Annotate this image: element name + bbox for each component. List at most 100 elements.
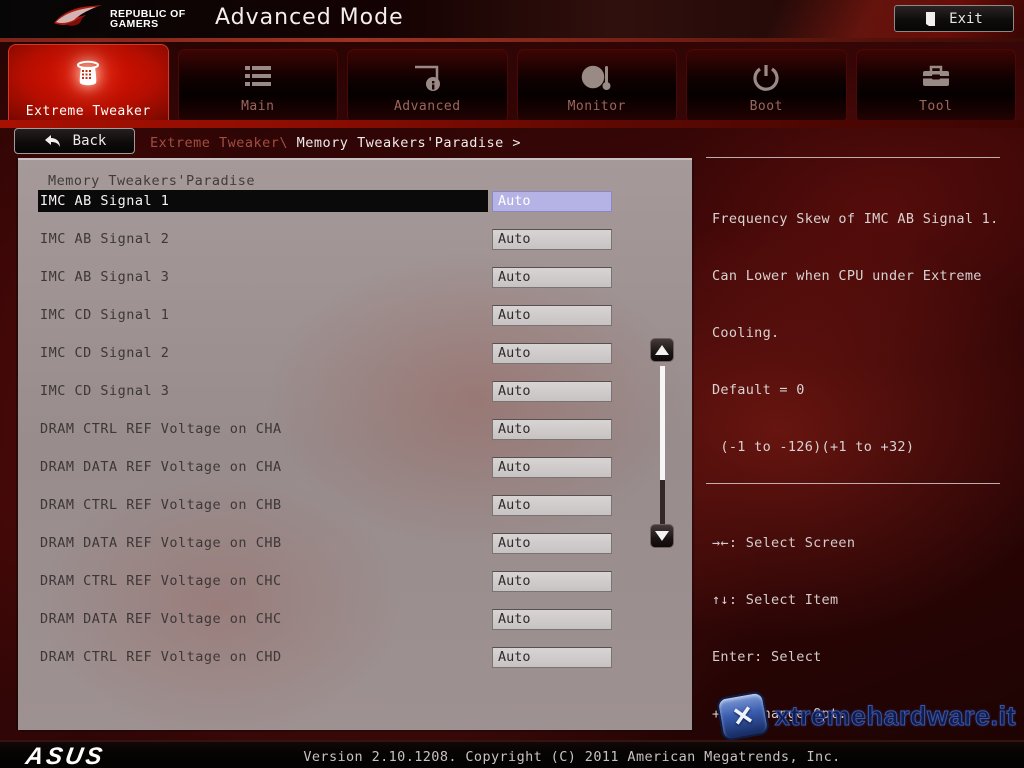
back-button[interactable]: Back xyxy=(14,128,135,154)
list-icon xyxy=(179,62,338,92)
shortcut-line: ↑↓: Select Item xyxy=(712,592,839,608)
setting-value[interactable]: Auto xyxy=(492,609,612,630)
triangle-down-icon xyxy=(655,531,669,541)
footer-bar: ASUS Version 2.10.1208. Copyright (C) 20… xyxy=(0,740,1024,768)
setting-label: DRAM CTRL REF Voltage on CHA xyxy=(40,421,282,437)
setting-label: IMC CD Signal 3 xyxy=(40,383,170,399)
setting-row[interactable]: DRAM CTRL REF Voltage on CHB Auto xyxy=(18,494,692,516)
gauge-thermometer-icon xyxy=(518,62,677,94)
scrollbar-track[interactable] xyxy=(660,480,665,524)
breadcrumb-current: Memory Tweakers'Paradise > xyxy=(296,135,521,151)
setting-row[interactable]: DRAM CTRL REF Voltage on CHD Auto xyxy=(18,646,692,668)
setting-row[interactable]: IMC CD Signal 1 Auto xyxy=(18,304,692,326)
header-divider xyxy=(0,38,1024,42)
setting-label: IMC CD Signal 2 xyxy=(40,345,170,361)
setting-row[interactable]: DRAM CTRL REF Voltage on CHA Auto xyxy=(18,418,692,440)
help-line: Can Lower when CPU under Extreme xyxy=(712,268,982,284)
setting-row[interactable]: IMC AB Signal 2 Auto xyxy=(18,228,692,250)
setting-value[interactable]: Auto xyxy=(492,419,612,440)
setting-value[interactable]: Auto xyxy=(492,229,612,250)
setting-label: DRAM CTRL REF Voltage on CHB xyxy=(40,497,282,513)
setting-value[interactable]: Auto xyxy=(492,191,612,212)
scroll-down-button[interactable] xyxy=(650,524,674,548)
tab-advanced[interactable]: Advanced xyxy=(347,49,508,123)
setting-value[interactable]: Auto xyxy=(492,533,612,554)
back-button-label: Back xyxy=(72,133,107,149)
tweaker-icon xyxy=(9,57,168,91)
tab-main[interactable]: Main xyxy=(177,49,338,123)
setting-row[interactable]: IMC AB Signal 1 Auto xyxy=(18,190,692,212)
exit-button-label: Exit xyxy=(949,10,983,27)
setting-value[interactable]: Auto xyxy=(492,381,612,402)
help-panel: Frequency Skew of IMC AB Signal 1. Can L… xyxy=(706,157,1002,768)
shortcut-line: Enter: Select xyxy=(712,649,822,665)
setting-row[interactable]: IMC CD Signal 3 Auto xyxy=(18,380,692,402)
watermark-text: xtremehardware.it xyxy=(774,700,1016,731)
exit-button[interactable]: Exit xyxy=(894,5,1014,32)
help-divider-top xyxy=(706,157,1000,158)
setting-label: IMC AB Signal 3 xyxy=(40,269,170,285)
section-title: Memory Tweakers'Paradise xyxy=(48,173,256,189)
asus-logo: ASUS xyxy=(23,743,108,768)
setting-label: IMC AB Signal 2 xyxy=(40,231,170,247)
rog-brand-line2: GAMERS xyxy=(110,18,159,30)
tab-label: Extreme Tweaker xyxy=(25,104,151,119)
version-text: Version 2.10.1208. Copyright (C) 2011 Am… xyxy=(303,749,841,765)
help-line: (-1 to -126)(+1 to +32) xyxy=(712,439,915,455)
triangle-up-icon xyxy=(655,345,669,355)
setting-value[interactable]: Auto xyxy=(492,343,612,364)
watermark-x-badge-icon: ✕ xyxy=(715,690,771,742)
tab-tool[interactable]: Tool xyxy=(855,49,1016,123)
tab-underline-strip xyxy=(0,120,1024,128)
setting-value[interactable]: Auto xyxy=(492,571,612,592)
setting-row[interactable]: DRAM DATA REF Voltage on CHB Auto xyxy=(18,532,692,554)
setting-label: DRAM DATA REF Voltage on CHC xyxy=(40,611,282,627)
scroll-up-button[interactable] xyxy=(650,338,674,362)
screen-info-icon xyxy=(348,62,507,94)
setting-row[interactable]: IMC AB Signal 3 Auto xyxy=(18,266,692,288)
help-text: Frequency Skew of IMC AB Signal 1. Can L… xyxy=(712,172,999,495)
setting-value[interactable]: Auto xyxy=(492,305,612,326)
tab-label: Boot xyxy=(749,99,783,114)
rog-logo: REPUBLIC OF GAMERS xyxy=(52,1,202,37)
setting-row[interactable]: DRAM DATA REF Voltage on CHC Auto xyxy=(18,608,692,630)
tab-label: Main xyxy=(241,99,275,114)
back-arrow-icon xyxy=(44,135,60,147)
bios-screen: REPUBLIC OF GAMERS Advanced Mode Exit Ex… xyxy=(0,0,1024,768)
setting-value[interactable]: Auto xyxy=(492,647,612,668)
breadcrumb: Extreme Tweaker\ Memory Tweakers'Paradis… xyxy=(150,135,521,151)
setting-label: IMC CD Signal 1 xyxy=(40,307,170,323)
help-line: Cooling. xyxy=(712,325,780,341)
setting-value[interactable]: Auto xyxy=(492,267,612,288)
tab-bar: Extreme Tweaker Main Advanced Monitor Bo… xyxy=(8,44,1016,128)
setting-value[interactable]: Auto xyxy=(492,457,612,478)
tab-extreme-tweaker[interactable]: Extreme Tweaker xyxy=(8,44,169,128)
scrollbar-thumb[interactable] xyxy=(660,366,665,480)
setting-value[interactable]: Auto xyxy=(492,495,612,516)
tab-label: Advanced xyxy=(393,99,461,114)
settings-panel: Memory Tweakers'Paradise IMC AB Signal 1… xyxy=(18,158,692,730)
shortcut-line: →←: Select Screen xyxy=(712,535,856,551)
setting-label: DRAM DATA REF Voltage on CHA xyxy=(40,459,282,475)
rog-brand-text: REPUBLIC OF GAMERS xyxy=(110,8,186,30)
breadcrumb-parent[interactable]: Extreme Tweaker\ xyxy=(150,135,297,151)
setting-row[interactable]: DRAM DATA REF Voltage on CHA Auto xyxy=(18,456,692,478)
setting-row[interactable]: DRAM CTRL REF Voltage on CHC Auto xyxy=(18,570,692,592)
setting-row[interactable]: IMC CD Signal 2 Auto xyxy=(18,342,692,364)
setting-label: DRAM CTRL REF Voltage on CHD xyxy=(40,649,282,665)
watermark: ✕ xtremehardware.it xyxy=(715,690,1016,742)
setting-label: DRAM DATA REF Voltage on CHB xyxy=(40,535,282,551)
rog-eye-icon xyxy=(54,5,102,26)
header-bar: REPUBLIC OF GAMERS Advanced Mode Exit xyxy=(0,0,1024,38)
tab-label: Tool xyxy=(919,99,953,114)
tab-label: Monitor xyxy=(567,99,626,114)
page-title: Advanced Mode xyxy=(215,5,404,30)
tab-boot[interactable]: Boot xyxy=(686,49,847,123)
exit-door-icon xyxy=(926,11,936,26)
tab-monitor[interactable]: Monitor xyxy=(516,49,677,123)
toolbox-icon xyxy=(857,62,1016,92)
help-line: Default = 0 xyxy=(712,382,805,398)
setting-label: DRAM CTRL REF Voltage on CHC xyxy=(40,573,282,589)
help-divider-mid xyxy=(706,483,1000,484)
nav-row: Back Extreme Tweaker\ Memory Tweakers'Pa… xyxy=(0,128,1024,158)
